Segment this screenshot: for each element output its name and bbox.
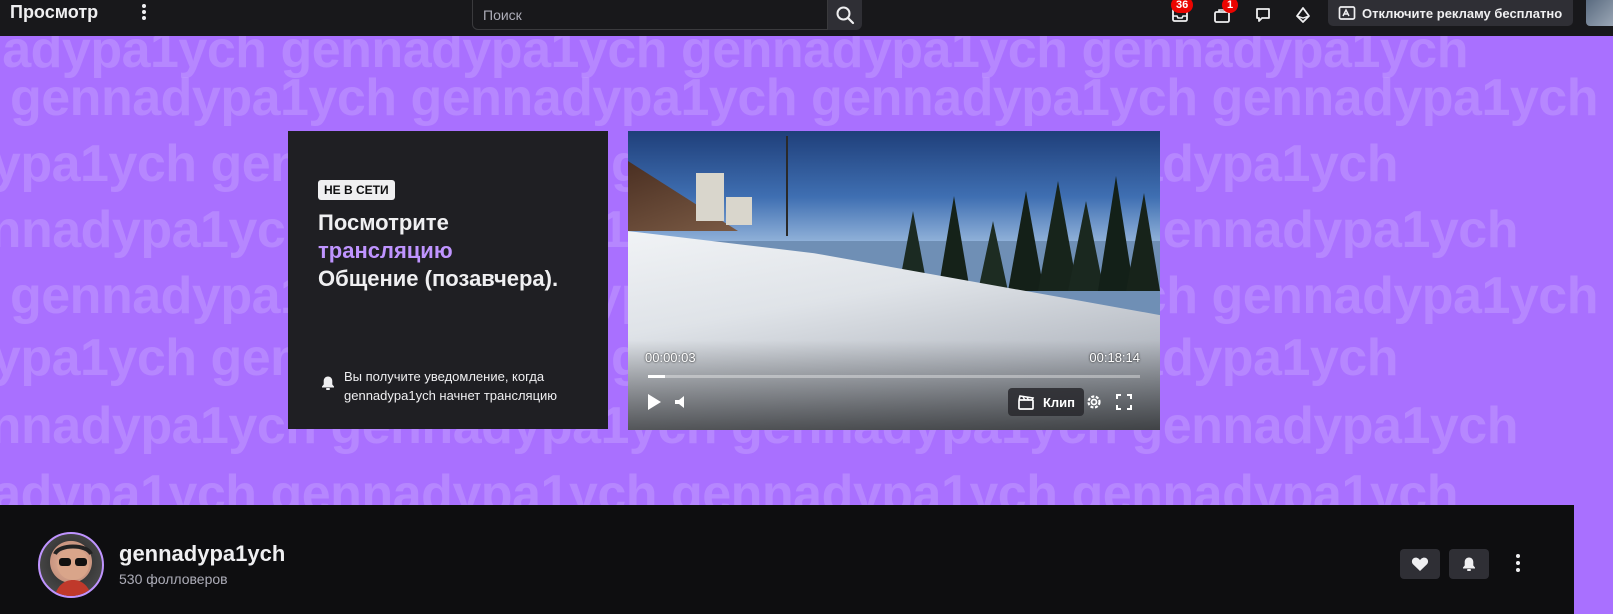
ad-free-button[interactable]: Отключите рекламу бесплатно bbox=[1328, 0, 1573, 26]
channel-info-bar: gennadypa1ych 530 фолловеров bbox=[0, 505, 1574, 614]
channel-name[interactable]: gennadypa1ych bbox=[119, 541, 285, 567]
play-icon bbox=[648, 394, 661, 410]
fullscreen-icon bbox=[1116, 394, 1132, 410]
settings-button[interactable] bbox=[1082, 388, 1106, 416]
volume-button[interactable] bbox=[670, 388, 694, 416]
gear-icon bbox=[1087, 395, 1101, 409]
notification-hint: Вы получите уведомление, когда gennadypa… bbox=[320, 367, 590, 405]
title-line: Общение (позавчера). bbox=[318, 266, 559, 291]
bits-icon bbox=[1296, 7, 1310, 23]
video-frame-building bbox=[726, 197, 752, 225]
title-line: Посмотрите bbox=[318, 210, 449, 235]
followers-count: 530 фолловеров bbox=[119, 571, 228, 587]
seek-bar-fill bbox=[648, 375, 666, 378]
watermark-row: gennadypa1ych gennadypa1ych gennadypa1yc… bbox=[10, 69, 1598, 127]
clip-label: Клип bbox=[1042, 394, 1076, 410]
banner-edge bbox=[1574, 505, 1613, 614]
video-controls-gradient bbox=[628, 340, 1160, 430]
offline-badge: НЕ В СЕТИ bbox=[318, 180, 395, 200]
bell-icon bbox=[322, 376, 334, 390]
browse-link[interactable]: Просмотр bbox=[10, 2, 98, 23]
current-time: 00:00:03 bbox=[645, 350, 696, 365]
duration-time: 00:18:14 bbox=[1089, 350, 1140, 365]
clapperboard-icon bbox=[1018, 395, 1035, 410]
clip-button[interactable]: Клип bbox=[1008, 388, 1084, 416]
offline-info-card: НЕ В СЕТИ Посмотрите трансляцию Общение … bbox=[288, 131, 608, 429]
avatar-image bbox=[53, 544, 93, 596]
search-bar bbox=[472, 0, 862, 30]
volume-icon bbox=[675, 396, 684, 408]
ad-free-label: Отключите рекламу бесплатно bbox=[1362, 5, 1563, 21]
video-player[interactable]: 00:00:03 00:18:14 Клип bbox=[628, 131, 1160, 430]
watermark-row: gennadypa1ych gennadypa1ych gennadypa1yc… bbox=[0, 465, 1458, 505]
heart-icon bbox=[1411, 557, 1429, 571]
play-button[interactable] bbox=[642, 388, 666, 416]
inbox-button[interactable]: 36 bbox=[1169, 0, 1194, 26]
offline-title: Посмотрите трансляцию Общение (позавчера… bbox=[318, 209, 588, 293]
bell-icon bbox=[1463, 557, 1475, 571]
inbox-badge: 36 bbox=[1171, 0, 1194, 13]
ad-free-icon bbox=[1338, 6, 1356, 20]
video-frame-pylon bbox=[786, 136, 788, 236]
search-input[interactable] bbox=[472, 0, 828, 30]
drops-badge: 1 bbox=[1222, 0, 1239, 13]
more-menu-icon[interactable] bbox=[139, 3, 149, 23]
offline-banner: gennadypa1ych gennadypa1ych gennadypa1yc… bbox=[0, 36, 1613, 505]
notification-text: Вы получите уведомление, когда gennadypa… bbox=[344, 369, 558, 403]
video-frame-building bbox=[696, 173, 724, 221]
top-navbar: Просмотр 36 1 Отключите рекламу бесплатн… bbox=[0, 0, 1613, 36]
search-button[interactable] bbox=[828, 0, 862, 30]
notifications-button[interactable] bbox=[1449, 549, 1489, 579]
drops-button[interactable]: 1 bbox=[1211, 0, 1239, 26]
channel-avatar[interactable] bbox=[38, 532, 104, 598]
whispers-button[interactable] bbox=[1252, 4, 1274, 26]
follow-button[interactable] bbox=[1400, 549, 1440, 579]
search-icon bbox=[836, 6, 855, 25]
watch-stream-link[interactable]: трансляцию bbox=[318, 237, 588, 265]
user-avatar[interactable] bbox=[1586, 0, 1613, 26]
seek-bar[interactable] bbox=[648, 375, 1140, 378]
bits-button[interactable] bbox=[1292, 4, 1314, 26]
more-options-icon[interactable] bbox=[1512, 553, 1524, 575]
whispers-icon bbox=[1256, 8, 1270, 22]
fullscreen-button[interactable] bbox=[1112, 388, 1136, 416]
